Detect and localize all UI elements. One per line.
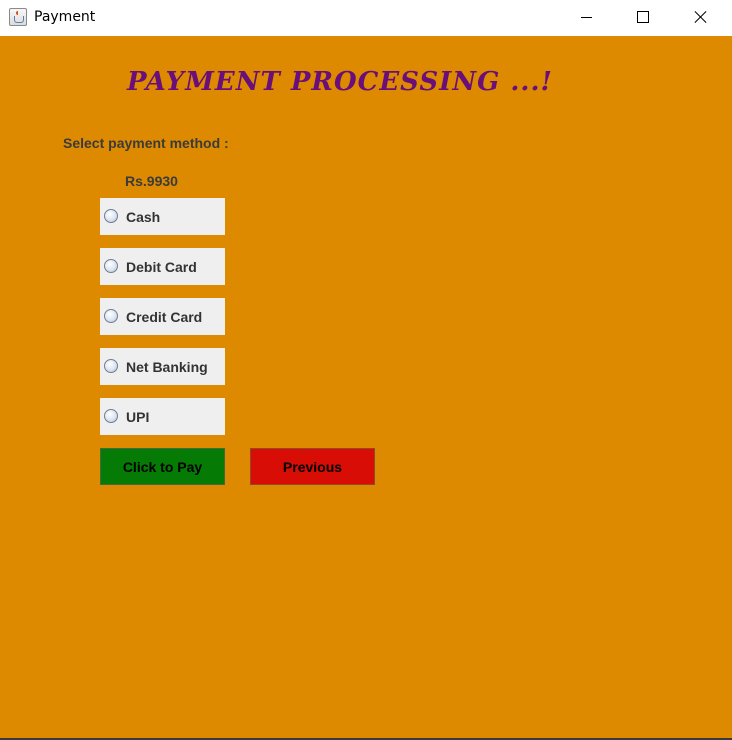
page-title: PAYMENT PROCESSING ...!	[127, 67, 553, 97]
radio-debit-card[interactable]: Debit Card	[100, 248, 225, 285]
maximize-icon	[637, 11, 649, 23]
radio-button-icon[interactable]	[104, 259, 118, 273]
window-title: Payment	[34, 9, 96, 25]
radio-button-icon[interactable]	[104, 359, 118, 373]
previous-button[interactable]: Previous	[250, 448, 375, 485]
radio-label-net-banking: Net Banking	[126, 359, 208, 375]
close-icon	[694, 10, 708, 24]
radio-label-cash: Cash	[126, 209, 161, 225]
radio-net-banking[interactable]: Net Banking	[100, 348, 225, 385]
payment-panel: PAYMENT PROCESSING ...! Select payment m…	[0, 36, 732, 738]
radio-label-credit-card: Credit Card	[126, 309, 203, 325]
close-button[interactable]	[678, 0, 724, 34]
radio-cash[interactable]: Cash	[100, 198, 225, 235]
title-bar: Payment	[0, 0, 732, 36]
amount-label: Rs.9930	[125, 173, 178, 189]
minimize-icon	[580, 16, 592, 18]
radio-label-upi: UPI	[126, 409, 150, 425]
radio-credit-card[interactable]: Credit Card	[100, 298, 225, 335]
select-method-label: Select payment method :	[63, 135, 229, 151]
radio-label-debit-card: Debit Card	[126, 259, 197, 275]
minimize-button[interactable]	[563, 0, 609, 34]
radio-upi[interactable]: UPI	[100, 398, 225, 435]
radio-button-icon[interactable]	[104, 209, 118, 223]
radio-button-icon[interactable]	[104, 409, 118, 423]
maximize-button[interactable]	[620, 0, 666, 34]
click-to-pay-button[interactable]: Click to Pay	[100, 448, 225, 485]
java-cup-icon	[9, 8, 27, 26]
radio-button-icon[interactable]	[104, 309, 118, 323]
